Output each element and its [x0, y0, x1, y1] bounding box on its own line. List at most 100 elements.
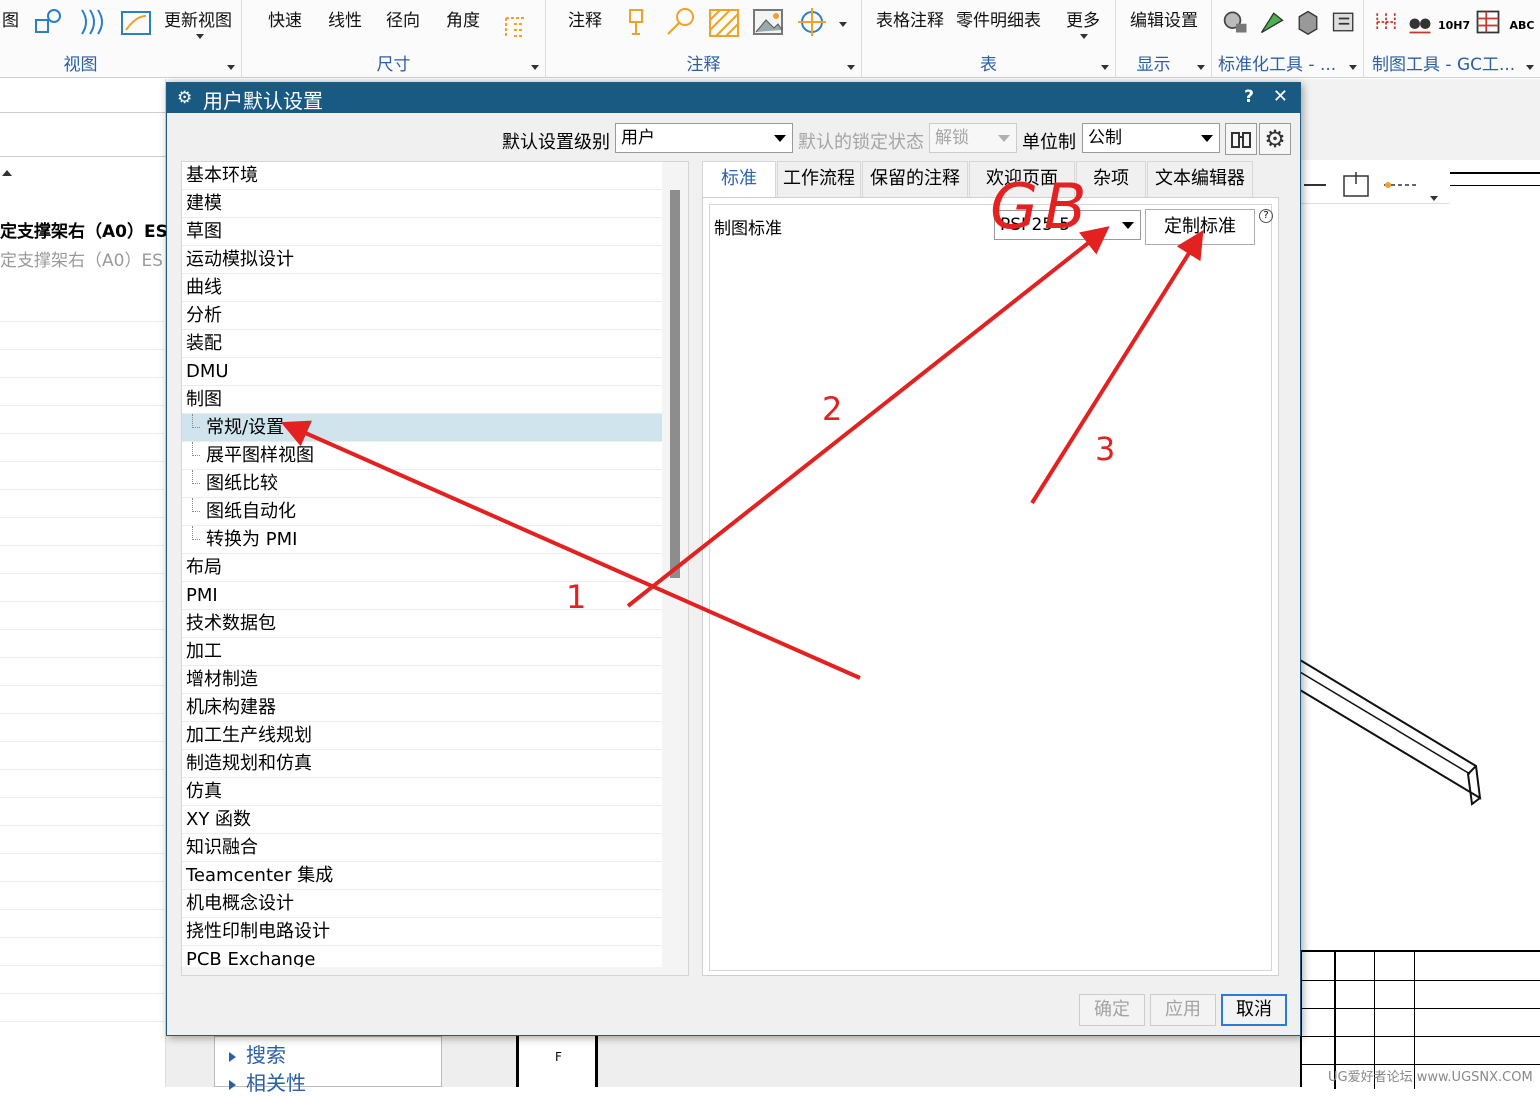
navigator-row[interactable]	[0, 798, 166, 826]
info-icon[interactable]: ?	[1259, 209, 1273, 223]
navigator-row[interactable]	[0, 574, 166, 602]
navigator-row[interactable]	[0, 602, 166, 630]
navigator-row[interactable]	[0, 854, 166, 882]
tree-item[interactable]: 常规/设置	[182, 414, 662, 442]
tree-item[interactable]: 机床构建器	[182, 694, 662, 722]
angular-dimension-button[interactable]: 角度	[446, 6, 480, 31]
tree-item[interactable]: DMU	[182, 358, 662, 386]
dialog-titlebar[interactable]: ⚙ 用户默认设置 ? ✕	[167, 83, 1300, 113]
std-tool-1-icon[interactable]	[1222, 6, 1250, 38]
tree-item[interactable]: 基本环境	[182, 162, 662, 190]
tree-item[interactable]: 挠性印制电路设计	[182, 918, 662, 946]
feature-control-frame-icon[interactable]	[620, 6, 652, 38]
navigator-row[interactable]	[0, 910, 166, 938]
navigator-row[interactable]	[0, 882, 166, 910]
draft-tool-text-icon[interactable]: ABC	[1506, 6, 1538, 38]
update-view-button[interactable]: 更新视图	[164, 6, 232, 31]
tree-item[interactable]: 技术数据包	[182, 610, 662, 638]
tab-1[interactable]: 工作流程	[777, 161, 861, 197]
tree-scrollbar-thumb[interactable]	[670, 190, 680, 578]
navigator-row[interactable]	[0, 462, 166, 490]
navigator-row[interactable]	[0, 966, 166, 994]
tree-item[interactable]: 加工	[182, 638, 662, 666]
tree-hscrollbar[interactable]	[182, 967, 688, 975]
balloon-icon[interactable]	[664, 6, 696, 38]
navigator-item-bold[interactable]: 定支撑架右（A0）ESC	[0, 217, 166, 242]
view-group-dropdown-icon[interactable]	[227, 65, 235, 70]
cancel-button[interactable]: 取消	[1221, 994, 1287, 1026]
hatch-icon[interactable]	[708, 6, 740, 38]
tree-item[interactable]: 分析	[182, 302, 662, 330]
tree-item[interactable]: 制造规划和仿真	[182, 750, 662, 778]
tree-item[interactable]: 图纸比较	[182, 470, 662, 498]
navigator-row[interactable]	[0, 714, 166, 742]
ordinate-dimension-icon[interactable]	[500, 10, 532, 42]
annotation-group-dropdown-icon[interactable]	[847, 65, 855, 70]
navigator-row[interactable]	[0, 658, 166, 686]
apply-button[interactable]: 应用	[1150, 994, 1216, 1026]
std-tool-3-icon[interactable]	[1294, 6, 1322, 38]
navigator-row[interactable]	[0, 826, 166, 854]
draft-tool-grid-icon[interactable]	[1372, 6, 1400, 38]
navigator-row[interactable]	[0, 770, 166, 798]
navigator-item-gray[interactable]: 定支撑架右（A0）ES	[0, 246, 166, 271]
update-view-dropdown-icon[interactable]	[196, 34, 204, 39]
tab-5[interactable]: 文本编辑器	[1147, 161, 1253, 197]
tabular-note-button[interactable]: 表格注释	[876, 6, 944, 31]
draft-tool-fit-icon[interactable]: 10H7	[1438, 6, 1470, 38]
linear-dimension-button[interactable]: 线性	[328, 6, 362, 31]
search-section[interactable]: 搜索	[229, 1039, 286, 1068]
parts-list-button[interactable]: 零件明细表	[956, 6, 1041, 31]
navigator-row[interactable]	[0, 546, 166, 574]
std-tools-dropdown-icon[interactable]	[1349, 65, 1357, 70]
tree-item[interactable]: 增材制造	[182, 666, 662, 694]
tree-item[interactable]: 加工生产线规划	[182, 722, 662, 750]
tree-item[interactable]: PMI	[182, 582, 662, 610]
draft-tools-dropdown-icon[interactable]	[1526, 65, 1534, 70]
navigator-row[interactable]	[0, 742, 166, 770]
navigator-row[interactable]	[0, 378, 166, 406]
tree-item[interactable]: 布局	[182, 554, 662, 582]
close-icon[interactable]: ✕	[1273, 86, 1288, 107]
customize-standard-button[interactable]: 定制标准	[1145, 209, 1255, 245]
quick-dimension-button[interactable]: 快速	[268, 6, 302, 31]
collapse-arrow-icon[interactable]	[2, 170, 12, 176]
help-icon[interactable]: ?	[1244, 87, 1254, 107]
navigator-row[interactable]	[0, 434, 166, 462]
base-view-icon[interactable]	[32, 6, 64, 38]
tree-item[interactable]: 知识融合	[182, 834, 662, 862]
navigator-row[interactable]	[0, 350, 166, 378]
navigator-row[interactable]	[0, 518, 166, 546]
draft-tool-binoculars-icon[interactable]	[1406, 6, 1434, 38]
tree-item[interactable]: 草图	[182, 218, 662, 246]
tab-0[interactable]: 标准	[702, 161, 776, 198]
view-left-label[interactable]: 图	[2, 6, 19, 31]
more-button[interactable]: 更多	[1066, 6, 1100, 31]
navigator-row[interactable]	[0, 686, 166, 714]
navigator-row[interactable]	[0, 994, 166, 1022]
navigator-row[interactable]	[0, 938, 166, 966]
std-tool-4-icon[interactable]	[1330, 6, 1358, 38]
navigator-row[interactable]	[0, 490, 166, 518]
tree-item[interactable]: 装配	[182, 330, 662, 358]
tree-item[interactable]: 仿真	[182, 778, 662, 806]
note-button[interactable]: 注释	[568, 6, 602, 31]
center-mark-icon[interactable]	[796, 6, 828, 38]
tree-item[interactable]: 运动模拟设计	[182, 246, 662, 274]
navigator-row[interactable]	[0, 406, 166, 434]
find-binoculars-icon[interactable]	[1225, 123, 1257, 155]
tree-item[interactable]: 建模	[182, 190, 662, 218]
settings-level-select[interactable]: 用户	[615, 123, 793, 153]
tree-item[interactable]: 图纸自动化	[182, 498, 662, 526]
tree-item[interactable]: 制图	[182, 386, 662, 414]
section-view-icon[interactable]	[76, 6, 108, 38]
ok-button[interactable]: 确定	[1079, 994, 1145, 1026]
display-group-dropdown-icon[interactable]	[1197, 65, 1205, 70]
unit-select[interactable]: 公制	[1082, 123, 1220, 153]
tree-item[interactable]: 机电概念设计	[182, 890, 662, 918]
navigator-row[interactable]	[0, 630, 166, 658]
canvas-frame-icon[interactable]	[1340, 170, 1372, 200]
settings-gear-button-icon[interactable]: ⚙	[1259, 123, 1291, 155]
dimension-group-dropdown-icon[interactable]	[531, 65, 539, 70]
std-tool-2-icon[interactable]	[1258, 6, 1286, 38]
